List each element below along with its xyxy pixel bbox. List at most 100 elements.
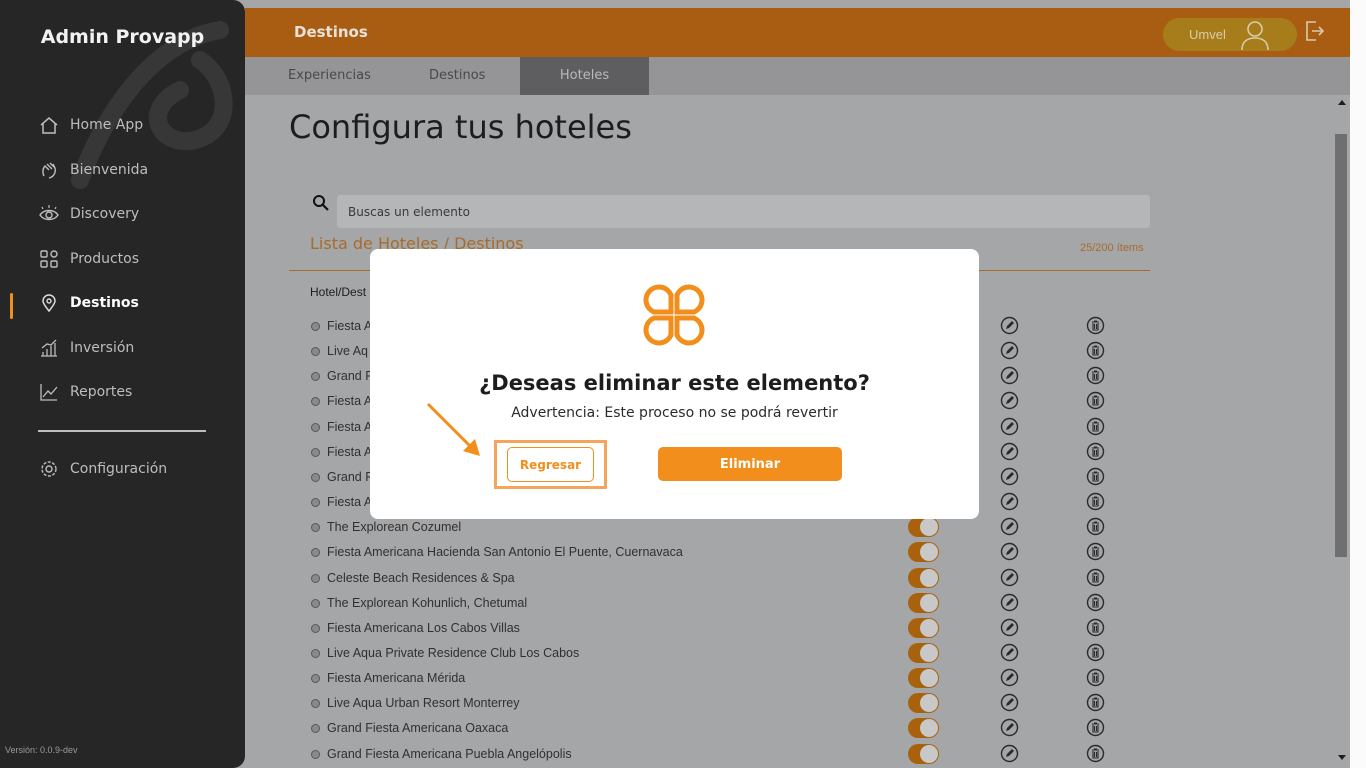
trash-icon[interactable]: [1086, 341, 1105, 360]
sidebar-divider: [38, 430, 206, 432]
hotel-name: Fiesta A: [327, 420, 373, 434]
logout-icon[interactable]: [1305, 20, 1325, 42]
row-bullet-icon: [311, 473, 320, 482]
edit-icon[interactable]: [1000, 593, 1019, 612]
pointer-arrow-icon: [426, 402, 480, 456]
row-bullet-icon: [311, 599, 320, 608]
line-chart-icon: [38, 381, 60, 403]
sidebar-item-configuracion[interactable]: Configuración: [38, 456, 167, 482]
hotel-name: Celeste Beach Residences & Spa: [327, 571, 515, 585]
toggle-knob: [920, 543, 938, 561]
delete-button[interactable]: Eliminar: [658, 447, 842, 481]
row-bullet-icon: [311, 574, 320, 583]
tab-destinos[interactable]: Destinos: [429, 57, 485, 95]
trash-icon[interactable]: [1086, 442, 1105, 461]
edit-icon[interactable]: [1000, 718, 1019, 737]
sidebar-item-label: Discovery: [70, 206, 140, 222]
toggle-knob: [920, 594, 938, 612]
scrollbar-thumb[interactable]: [1335, 134, 1347, 557]
edit-icon[interactable]: [1000, 467, 1019, 486]
edit-icon[interactable]: [1000, 366, 1019, 385]
visibility-toggle[interactable]: [908, 593, 939, 613]
row-bullet-icon: [311, 423, 320, 432]
visibility-toggle[interactable]: [908, 693, 939, 713]
trash-icon[interactable]: [1086, 366, 1105, 385]
trash-icon[interactable]: [1086, 643, 1105, 662]
sidebar-item-home-app[interactable]: Home App: [38, 112, 143, 138]
edit-icon[interactable]: [1000, 568, 1019, 587]
trash-icon[interactable]: [1086, 693, 1105, 712]
visibility-toggle[interactable]: [908, 643, 939, 663]
edit-icon[interactable]: [1000, 316, 1019, 335]
visibility-toggle[interactable]: [908, 744, 939, 764]
edit-icon[interactable]: [1000, 643, 1019, 662]
edit-icon[interactable]: [1000, 744, 1019, 763]
sidebar-item-productos[interactable]: Productos: [38, 246, 139, 272]
sidebar-item-label: Reportes: [70, 384, 133, 400]
trash-icon[interactable]: [1086, 467, 1105, 486]
visibility-toggle[interactable]: [908, 718, 939, 738]
search-input[interactable]: [337, 195, 1150, 228]
top-bar: Destinos Umvel: [245, 8, 1350, 57]
sidebar-item-discovery[interactable]: Discovery: [38, 201, 139, 227]
sidebar-item-destinos[interactable]: Destinos: [38, 290, 139, 316]
scroll-up-arrow[interactable]: [1338, 100, 1346, 105]
hotel-name: Fiesta A: [327, 394, 373, 408]
row-bullet-icon: [311, 548, 320, 557]
trash-icon[interactable]: [1086, 568, 1105, 587]
sidebar-item-inversion[interactable]: Inversión: [38, 335, 134, 361]
trash-icon[interactable]: [1086, 517, 1105, 536]
tab-bar: Experiencias Destinos Hoteles: [245, 57, 1350, 95]
visibility-toggle[interactable]: [908, 568, 939, 588]
sidebar-item-reportes[interactable]: Reportes: [38, 379, 132, 405]
user-menu[interactable]: Umvel: [1163, 18, 1297, 51]
user-name: Umvel: [1189, 27, 1226, 42]
page-title: Configura tus hoteles: [289, 108, 632, 146]
row-bullet-icon: [311, 322, 320, 331]
row-bullet-icon: [311, 498, 320, 507]
back-button[interactable]: Regresar: [507, 447, 594, 482]
trash-icon[interactable]: [1086, 417, 1105, 436]
edit-icon[interactable]: [1000, 668, 1019, 687]
edit-icon[interactable]: [1000, 618, 1019, 637]
hotel-name: Grand Fiesta Americana Puebla Angelópoli…: [327, 747, 572, 761]
eye-icon: [38, 203, 60, 225]
edit-icon[interactable]: [1000, 517, 1019, 536]
edit-icon[interactable]: [1000, 391, 1019, 410]
edit-icon[interactable]: [1000, 417, 1019, 436]
hotel-name: Grand Fiesta Americana Oaxaca: [327, 721, 509, 735]
hotel-name: Grand F: [327, 369, 373, 383]
trash-icon[interactable]: [1086, 668, 1105, 687]
scroll-down-arrow[interactable]: [1338, 755, 1346, 760]
grid-icon: [38, 248, 60, 270]
visibility-toggle[interactable]: [908, 668, 939, 688]
trash-icon[interactable]: [1086, 618, 1105, 637]
trash-icon[interactable]: [1086, 718, 1105, 737]
row-bullet-icon: [311, 724, 320, 733]
trash-icon[interactable]: [1086, 593, 1105, 612]
trash-icon[interactable]: [1086, 744, 1105, 763]
tab-experiencias[interactable]: Experiencias: [288, 57, 371, 95]
hotel-name: Grand F: [327, 470, 373, 484]
sidebar-item-label: Productos: [70, 251, 140, 267]
row-bullet-icon: [311, 372, 320, 381]
edit-icon[interactable]: [1000, 693, 1019, 712]
edit-icon[interactable]: [1000, 542, 1019, 561]
sidebar-item-bienvenida[interactable]: Bienvenida: [38, 157, 148, 183]
trash-icon[interactable]: [1086, 542, 1105, 561]
tab-hoteles[interactable]: Hoteles: [520, 57, 649, 95]
hand-wave-icon: [38, 159, 60, 181]
hotel-name: Live Aqua Urban Resort Monterrey: [327, 696, 520, 710]
edit-icon[interactable]: [1000, 341, 1019, 360]
app-title: Admin Provapp: [40, 26, 205, 48]
visibility-toggle[interactable]: [908, 542, 939, 562]
trash-icon[interactable]: [1086, 492, 1105, 511]
edit-icon[interactable]: [1000, 442, 1019, 461]
column-header-hotel: Hotel/Dest: [310, 285, 367, 299]
edit-icon[interactable]: [1000, 492, 1019, 511]
trash-icon[interactable]: [1086, 316, 1105, 335]
visibility-toggle[interactable]: [908, 618, 939, 638]
trash-icon[interactable]: [1086, 391, 1105, 410]
home-icon: [38, 114, 60, 136]
visibility-toggle[interactable]: [908, 517, 939, 537]
